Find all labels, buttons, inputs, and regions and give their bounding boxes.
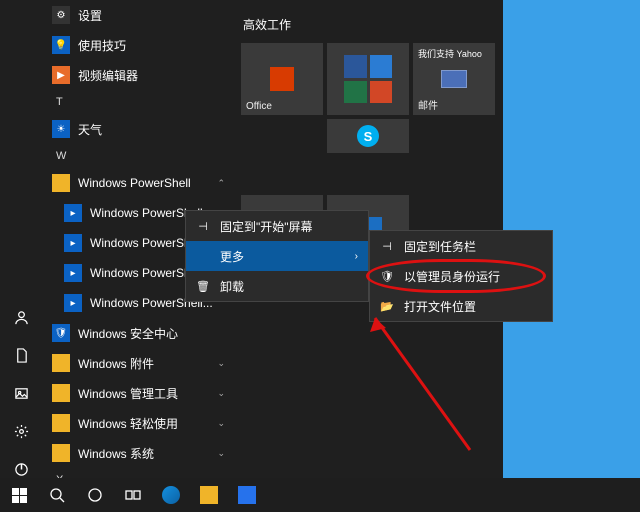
office-icon [270, 67, 294, 91]
chevron-down-icon: ⌄ [217, 388, 225, 399]
app-label: 视频编辑器 [78, 67, 138, 84]
alpha-header-t[interactable]: T [42, 90, 233, 114]
app-label: Windows 附件 [78, 355, 154, 372]
start-rail [0, 0, 42, 492]
app-label: Windows 安全中心 [78, 325, 178, 342]
powershell-icon: ▸ [64, 294, 82, 312]
tiles-group-title: 高效工作 [243, 16, 495, 33]
app-label: 天气 [78, 121, 102, 138]
pin-icon: ⊣ [380, 240, 394, 253]
task-view-button[interactable] [114, 478, 152, 512]
settings-icon[interactable] [0, 412, 42, 450]
office-apps-icon [344, 55, 392, 103]
chevron-down-icon: ⌄ [217, 358, 225, 369]
tile-skype[interactable]: S [327, 119, 409, 153]
tips-icon: 💡 [52, 36, 70, 54]
cortana-button[interactable] [76, 478, 114, 512]
app-accessories[interactable]: Windows 附件 ⌄ [42, 348, 233, 378]
powershell-icon: ▸ [64, 264, 82, 282]
app-security[interactable]: 🛡 Windows 安全中心 [42, 318, 233, 348]
windows-icon [12, 488, 27, 503]
mail-icon [441, 70, 467, 88]
app-label: 设置 [78, 7, 102, 24]
search-button[interactable] [38, 478, 76, 512]
chevron-right-icon: › [355, 251, 358, 262]
taskbar-explorer[interactable] [190, 478, 228, 512]
taskbar-edge[interactable] [152, 478, 190, 512]
app-video-editor[interactable]: ▶ 视频编辑器 [42, 60, 233, 90]
ctx-more[interactable]: 更多› [186, 241, 368, 271]
chevron-down-icon: ⌄ [217, 448, 225, 459]
ctx-pin-start[interactable]: ⊣固定到"开始"屏幕 [186, 211, 368, 241]
sub-pin-taskbar[interactable]: ⊣固定到任务栏 [370, 231, 552, 261]
taskbar [0, 478, 640, 512]
app-ease[interactable]: Windows 轻松使用 ⌄ [42, 408, 233, 438]
app-label: Windows 管理工具 [78, 385, 178, 402]
app-label: Windows PowerShell [78, 176, 191, 190]
folder-icon [200, 486, 218, 504]
store-icon [238, 486, 256, 504]
context-menu: ⊣固定到"开始"屏幕 更多› 🗑卸载 [185, 210, 369, 302]
app-label: Windows 轻松使用 [78, 415, 178, 432]
shield-icon: 🛡 [52, 324, 70, 342]
video-icon: ▶ [52, 66, 70, 84]
folder-icon [52, 174, 70, 192]
weather-icon: ☀ [52, 120, 70, 138]
alpha-header-w[interactable]: W [42, 144, 233, 168]
app-powershell-folder[interactable]: Windows PowerShell ⌃ [42, 168, 233, 198]
powershell-icon: ▸ [64, 234, 82, 252]
tile-office-apps[interactable] [327, 43, 409, 115]
pictures-icon[interactable] [0, 374, 42, 412]
folder-open-icon: 📂 [380, 300, 394, 313]
app-label: 使用技巧 [78, 37, 126, 54]
app-weather[interactable]: ☀ 天气 [42, 114, 233, 144]
chevron-up-icon: ⌃ [217, 178, 225, 189]
sub-open-location[interactable]: 📂打开文件位置 [370, 291, 552, 321]
shield-admin-icon: 🛡 [380, 270, 394, 283]
ctx-uninstall[interactable]: 🗑卸载 [186, 271, 368, 301]
edge-icon [162, 486, 180, 504]
app-system[interactable]: Windows 系统 ⌄ [42, 438, 233, 468]
tile-mail[interactable]: 邮件我们支持 Yahoo [413, 43, 495, 115]
app-admin-tools[interactable]: Windows 管理工具 ⌄ [42, 378, 233, 408]
powershell-icon: ▸ [64, 204, 82, 222]
user-account-icon[interactable] [0, 298, 42, 336]
chevron-down-icon: ⌄ [217, 418, 225, 429]
pin-icon: ⊣ [196, 220, 210, 233]
folder-icon [52, 444, 70, 462]
app-settings[interactable]: ⚙ 设置 [42, 0, 233, 30]
app-label: Windows 系统 [78, 445, 154, 462]
start-button[interactable] [0, 478, 38, 512]
folder-icon [52, 384, 70, 402]
folder-icon [52, 414, 70, 432]
sub-run-admin[interactable]: 🛡以管理员身份运行 [370, 261, 552, 291]
skype-icon: S [357, 125, 379, 147]
trash-icon: 🗑 [196, 280, 210, 293]
tile-office[interactable]: Office [241, 43, 323, 115]
context-submenu: ⊣固定到任务栏 🛡以管理员身份运行 📂打开文件位置 [369, 230, 553, 322]
documents-icon[interactable] [0, 336, 42, 374]
app-tips[interactable]: 💡 使用技巧 [42, 30, 233, 60]
gear-icon: ⚙ [52, 6, 70, 24]
folder-icon [52, 354, 70, 372]
taskbar-store[interactable] [228, 478, 266, 512]
